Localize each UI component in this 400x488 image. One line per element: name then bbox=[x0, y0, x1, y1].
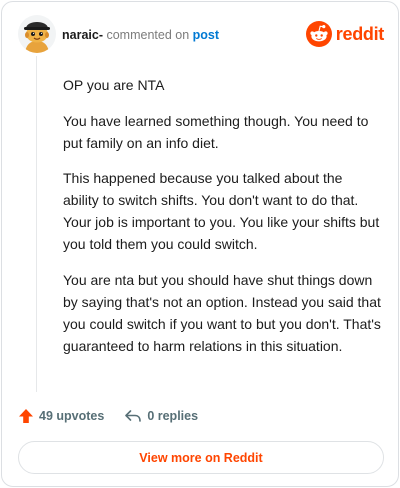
upvote-count: 49 upvotes bbox=[39, 409, 105, 423]
embedded-comment-card: naraic- commented on post reddit OP you … bbox=[1, 1, 399, 487]
reply-arrow-icon bbox=[125, 410, 142, 422]
comment-byline: naraic- commented on post bbox=[62, 27, 219, 43]
replies-stat[interactable]: 0 replies bbox=[124, 408, 198, 424]
user-avatar[interactable] bbox=[18, 15, 56, 53]
comment-body: OP you are NTA You have learned somethin… bbox=[63, 74, 381, 370]
thread-line bbox=[36, 56, 37, 392]
reddit-snoo-icon bbox=[305, 21, 332, 47]
comment-paragraph: OP you are NTA bbox=[63, 77, 165, 93]
view-more-button[interactable]: View more on Reddit bbox=[18, 441, 384, 474]
action-text: commented on bbox=[103, 28, 193, 42]
reddit-logo[interactable]: reddit bbox=[305, 21, 385, 47]
reddit-wordmark: reddit bbox=[335, 23, 385, 44]
reply-count: 0 replies bbox=[147, 409, 199, 423]
comment-paragraph: You have learned something though. You n… bbox=[63, 112, 369, 151]
post-link[interactable]: post bbox=[193, 28, 219, 42]
upvote-stat[interactable]: 49 upvotes bbox=[18, 408, 104, 424]
snoo-avatar-icon bbox=[18, 15, 56, 53]
comment-header: naraic- commented on post reddit bbox=[18, 15, 384, 55]
upvote-arrow-icon bbox=[19, 409, 33, 423]
comment-footer: 49 upvotes 0 replies bbox=[18, 405, 198, 427]
username-link[interactable]: naraic- bbox=[62, 28, 103, 42]
comment-paragraph: This happened because you talked about t… bbox=[63, 170, 380, 252]
comment-paragraph: You are nta but you should have shut thi… bbox=[63, 271, 381, 354]
